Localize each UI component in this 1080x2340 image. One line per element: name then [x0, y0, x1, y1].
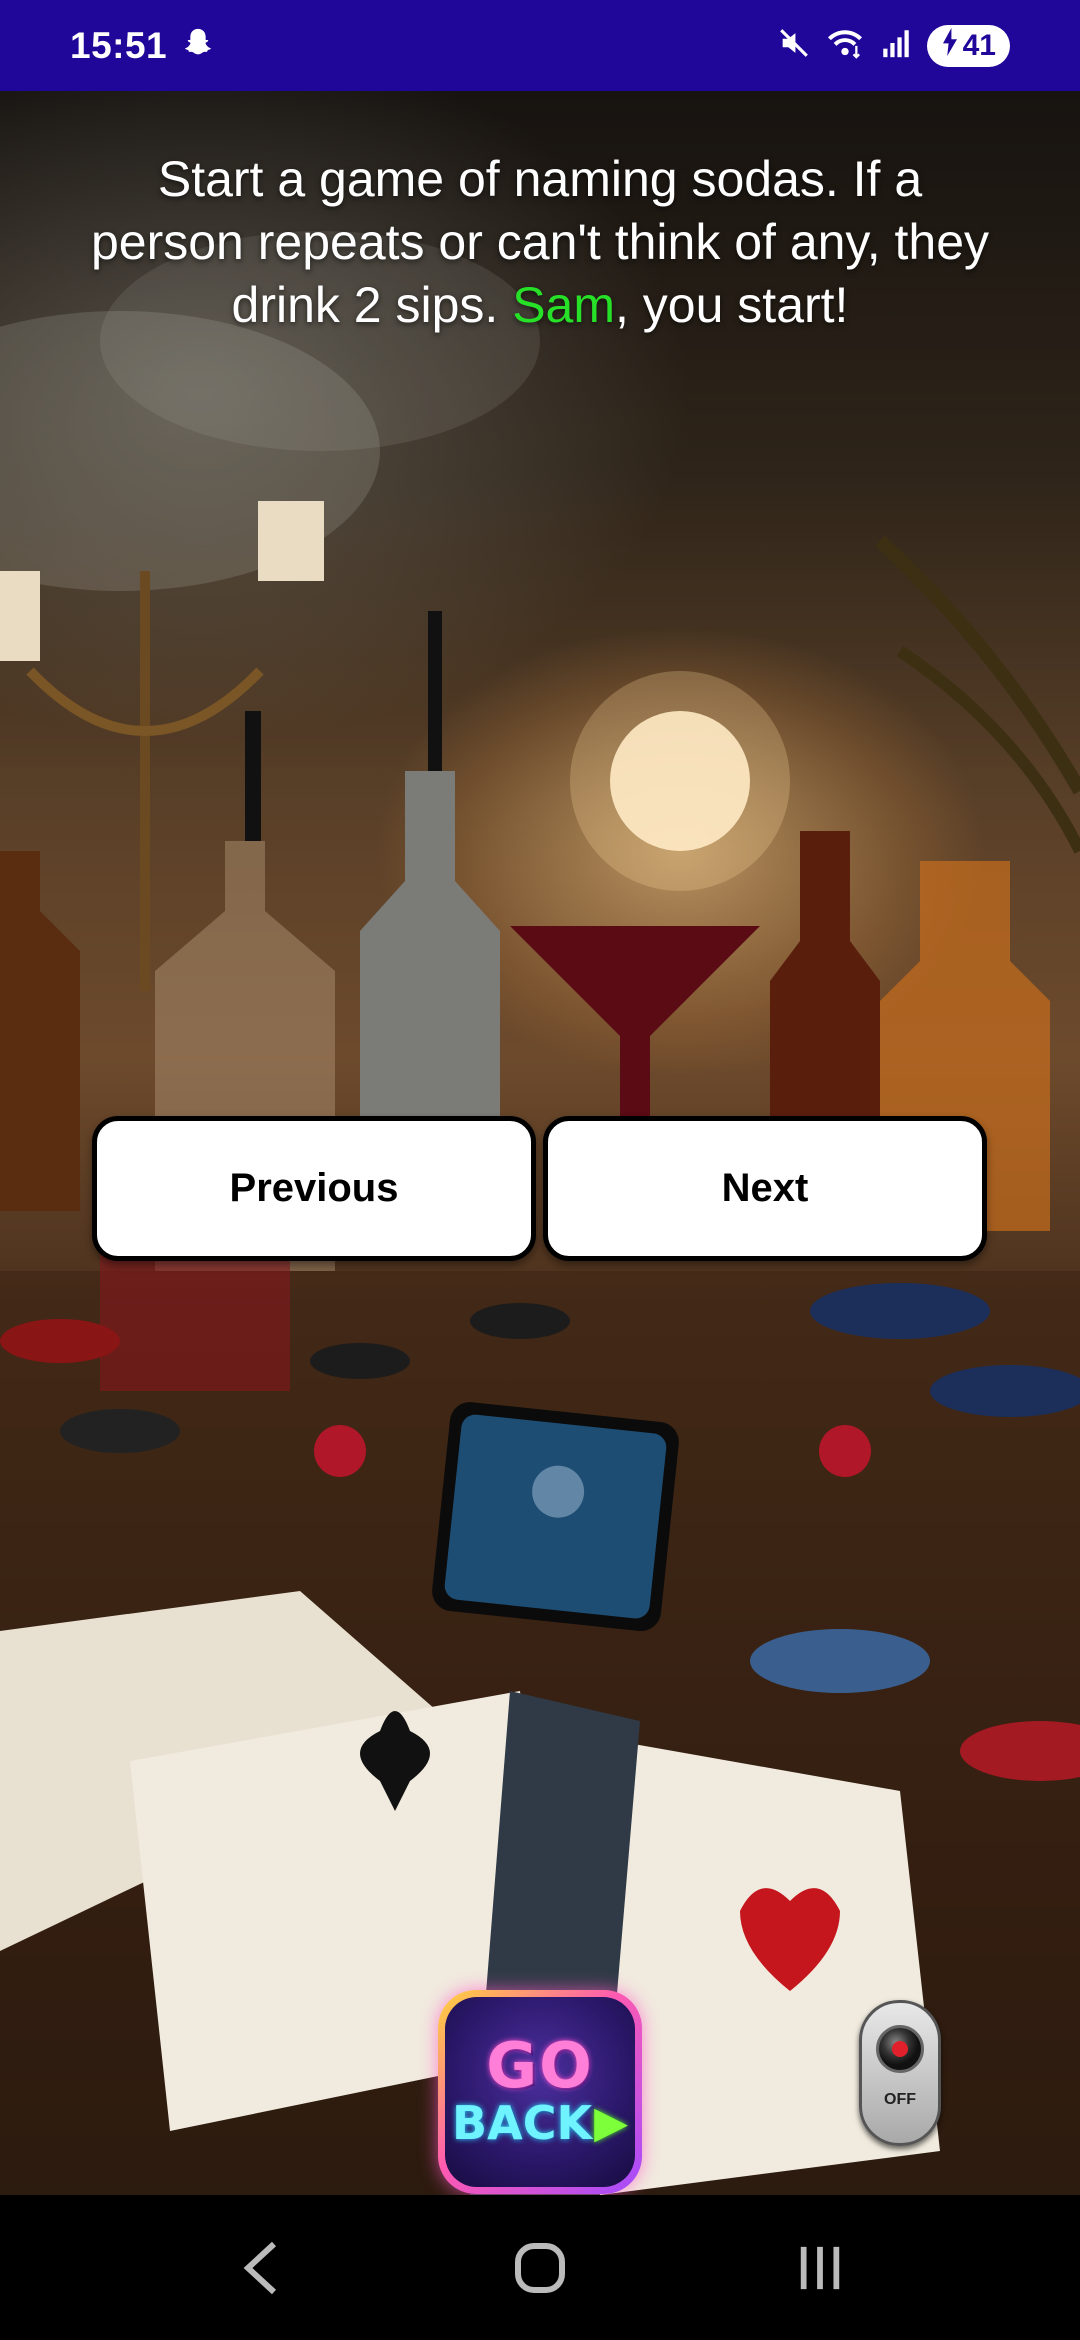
status-left: 15:51: [70, 25, 215, 67]
snapchat-icon: [181, 26, 215, 65]
mute-icon: [777, 26, 811, 65]
previous-button[interactable]: Previous: [92, 1116, 536, 1261]
game-instruction: Start a game of naming sodas. If a perso…: [80, 148, 1000, 337]
status-bar: 15:51 41: [0, 0, 1080, 91]
signal-icon: [879, 26, 913, 65]
wifi-icon: [825, 26, 865, 65]
go-back-line2: BACK: [452, 2096, 593, 2150]
sound-toggle-switch[interactable]: OFF: [859, 2000, 941, 2146]
go-back-badge: GO BACK ▶: [445, 1997, 635, 2187]
instruction-text-after: , you start!: [615, 277, 849, 333]
recents-icon[interactable]: [770, 2218, 870, 2318]
battery-indicator: 41: [926, 24, 1010, 67]
go-back-line2-row: BACK ▶: [452, 2097, 628, 2149]
back-icon[interactable]: [210, 2218, 310, 2318]
system-navigation-bar: [0, 2195, 1080, 2340]
play-arrow-icon: ▶: [594, 2097, 628, 2148]
previous-button-label: Previous: [229, 1166, 399, 1210]
status-time: 15:51: [70, 24, 168, 66]
home-icon[interactable]: [490, 2218, 590, 2318]
next-button-label: Next: [721, 1166, 809, 1210]
status-right: 41: [777, 24, 1010, 67]
go-back-line1: GO: [486, 2029, 594, 2102]
next-button[interactable]: Next: [543, 1116, 987, 1261]
go-back-button[interactable]: GO BACK ▶: [438, 1990, 642, 2194]
toggle-knob-icon: [876, 2025, 924, 2073]
player-name: Sam: [512, 277, 616, 333]
battery-charging-icon: [941, 27, 959, 64]
toggle-label: OFF: [884, 2091, 916, 2108]
battery-level: 41: [962, 28, 996, 62]
